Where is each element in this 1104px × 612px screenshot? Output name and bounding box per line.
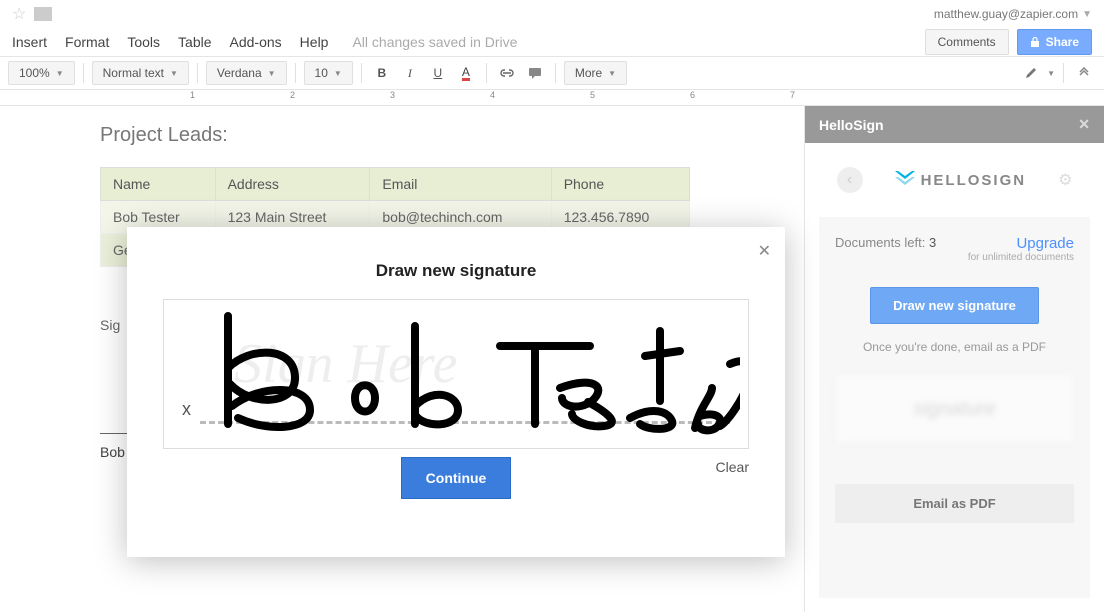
menu-help[interactable]: Help — [300, 34, 329, 50]
signature-canvas[interactable]: Sign Here x — [163, 299, 749, 449]
italic-button[interactable]: I — [398, 61, 422, 85]
table-header-row: Name Address Email Phone — [101, 168, 690, 201]
hellosign-wordmark: HELLOSIGN — [921, 172, 1027, 189]
upgrade-link[interactable]: Upgrade — [968, 235, 1074, 252]
page-heading: Project Leads: — [100, 124, 704, 147]
zoom-select[interactable]: 100%▼ — [8, 61, 75, 85]
gear-icon[interactable]: ⚙ — [1058, 170, 1072, 190]
sidebar-hint: Once you're done, email as a PDF — [835, 340, 1074, 354]
text-color-button[interactable]: A — [454, 61, 478, 85]
continue-button[interactable]: Continue — [401, 457, 512, 499]
drawn-signature — [200, 306, 740, 436]
folder-icon[interactable] — [34, 7, 52, 21]
menu-addons[interactable]: Add-ons — [230, 34, 282, 50]
hellosign-logo: HELLOSIGN — [895, 171, 1027, 189]
modal-title: Draw new signature — [127, 261, 785, 281]
col-name: Name — [101, 168, 216, 201]
collapse-button[interactable] — [1072, 61, 1096, 85]
comment-button[interactable] — [523, 61, 547, 85]
menu-table[interactable]: Table — [178, 34, 211, 50]
ruler: 1 2 3 4 5 6 7 — [0, 90, 1104, 106]
user-menu-caret-icon[interactable]: ▼ — [1082, 9, 1092, 20]
share-button[interactable]: Share — [1017, 29, 1092, 55]
underline-button[interactable]: U — [426, 61, 450, 85]
comment-icon — [528, 67, 542, 79]
star-icon[interactable]: ☆ — [12, 4, 26, 24]
menu-insert[interactable]: Insert — [12, 34, 47, 50]
docs-left-label: Documents left: — [835, 235, 925, 250]
col-email: Email — [370, 168, 551, 201]
size-select[interactable]: 10▼ — [304, 61, 353, 85]
user-email[interactable]: matthew.guay@zapier.com — [934, 7, 1078, 21]
font-select[interactable]: Verdana▼ — [206, 61, 287, 85]
lock-icon — [1030, 37, 1040, 47]
chevron-up-icon — [1078, 67, 1090, 79]
style-select[interactable]: Normal text▼ — [92, 61, 189, 85]
x-mark: x — [182, 399, 191, 420]
menu-format[interactable]: Format — [65, 34, 109, 50]
link-icon — [499, 68, 515, 78]
hellosign-sidebar: HelloSign ✕ ‹ HELLOSIGN ⚙ Documents left… — [804, 106, 1104, 612]
upgrade-subtitle: for unlimited documents — [968, 252, 1074, 263]
link-button[interactable] — [495, 61, 519, 85]
clear-link[interactable]: Clear — [716, 459, 749, 475]
docs-left-count: 3 — [929, 235, 936, 250]
draw-signature-modal: ✕ Draw new signature Sign Here x Clear C… — [127, 227, 785, 557]
share-label: Share — [1046, 35, 1079, 49]
sidebar-title: HelloSign — [819, 117, 884, 133]
pencil-icon — [1024, 66, 1038, 80]
hellosign-mark-icon — [895, 171, 915, 189]
more-button[interactable]: More▼ — [564, 61, 627, 85]
close-icon[interactable]: ✕ — [758, 241, 771, 261]
col-address: Address — [215, 168, 370, 201]
bold-button[interactable]: B — [370, 61, 394, 85]
close-icon[interactable]: ✕ — [1078, 116, 1090, 133]
toolbar: 100%▼ Normal text▼ Verdana▼ 10▼ B I U A … — [0, 56, 1104, 90]
edit-mode-button[interactable] — [1019, 61, 1043, 85]
menu-tools[interactable]: Tools — [127, 34, 160, 50]
signature-preview: signature — [835, 374, 1074, 444]
email-pdf-button[interactable]: Email as PDF — [835, 484, 1074, 523]
save-status: All changes saved in Drive — [352, 34, 517, 50]
back-button[interactable]: ‹ — [837, 167, 863, 193]
comments-button[interactable]: Comments — [925, 29, 1009, 55]
draw-signature-button[interactable]: Draw new signature — [870, 287, 1039, 324]
col-phone: Phone — [551, 168, 689, 201]
